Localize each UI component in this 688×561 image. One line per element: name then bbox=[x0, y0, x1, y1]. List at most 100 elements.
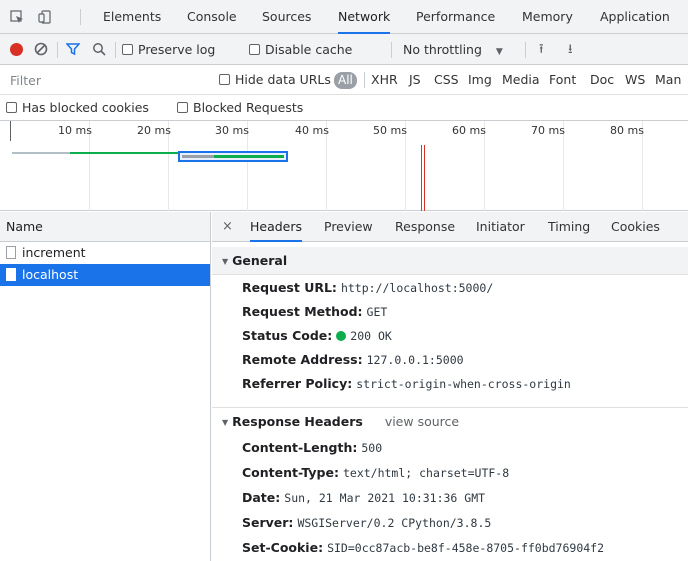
throttling-select[interactable]: No throttling ▼ bbox=[403, 34, 503, 65]
request-row-increment[interactable]: increment bbox=[0, 242, 210, 264]
disable-cache-checkbox[interactable]: Disable cache bbox=[249, 34, 352, 65]
overview-tick: 80 ms bbox=[610, 124, 644, 137]
status-ok-icon bbox=[336, 331, 347, 341]
import-har-icon[interactable]: ⭱ bbox=[539, 34, 544, 65]
filter-type-media[interactable]: Media bbox=[502, 65, 540, 95]
preserve-log-checkbox[interactable]: Preserve log bbox=[122, 34, 215, 65]
header-row: Referrer Policy: strict-origin-when-cross… bbox=[242, 372, 571, 396]
blocked-requests-label: Blocked Requests bbox=[193, 100, 304, 115]
tab-headers[interactable]: Headers bbox=[250, 212, 303, 242]
tab-console[interactable]: Console bbox=[187, 0, 237, 34]
filter-type-css[interactable]: CSS bbox=[434, 65, 459, 95]
header-value: 500 bbox=[361, 441, 383, 455]
section-title: Response Headers bbox=[232, 414, 363, 429]
checkbox-icon bbox=[219, 74, 230, 85]
filter-type-doc[interactable]: Doc bbox=[590, 65, 614, 95]
tabbar-divider bbox=[80, 9, 81, 25]
hide-data-urls-checkbox[interactable]: Hide data URLs bbox=[219, 65, 331, 95]
export-har-icon[interactable]: ⭳ bbox=[568, 34, 573, 65]
domcontentloaded-marker bbox=[421, 145, 422, 211]
filter-type-manifest[interactable]: Man bbox=[655, 65, 681, 95]
overview-tick: 30 ms bbox=[215, 124, 249, 137]
header-value: text/html; charset=UTF-8 bbox=[342, 466, 510, 480]
filter-type-xhr[interactable]: XHR bbox=[371, 65, 398, 95]
toolbar-divider bbox=[391, 42, 392, 58]
header-key: Date: bbox=[242, 490, 281, 505]
tab-timing[interactable]: Timing bbox=[548, 212, 590, 242]
checkbox-icon bbox=[122, 44, 133, 55]
clear-icon[interactable] bbox=[34, 42, 48, 59]
overview-tick: 50 ms bbox=[373, 124, 407, 137]
blocked-requests-checkbox[interactable]: Blocked Requests bbox=[177, 95, 303, 121]
header-key: Set-Cookie: bbox=[242, 540, 324, 555]
load-marker bbox=[424, 145, 425, 211]
filter-bar: Hide data URLs All XHR JS CSS Img Media … bbox=[0, 65, 688, 95]
header-row: Content-Length: 500 bbox=[242, 436, 382, 460]
tab-response[interactable]: Response bbox=[395, 212, 455, 242]
header-value: 127.0.0.1:5000 bbox=[366, 353, 464, 367]
disable-cache-label: Disable cache bbox=[265, 42, 353, 57]
devtools-tabbar: Elements Console Sources Network Perform… bbox=[0, 0, 688, 34]
request-bar-waiting bbox=[182, 155, 214, 158]
general-section-header[interactable]: ▼ General bbox=[212, 247, 688, 275]
header-row: Request Method: GET bbox=[242, 300, 387, 324]
tab-memory[interactable]: Memory bbox=[522, 0, 573, 34]
record-button[interactable] bbox=[10, 43, 23, 56]
header-key: Request Method: bbox=[242, 304, 363, 319]
toolbar-divider bbox=[57, 42, 58, 58]
tab-sources[interactable]: Sources bbox=[262, 0, 311, 34]
name-column-header[interactable]: Name bbox=[0, 212, 210, 242]
has-blocked-cookies-checkbox[interactable]: Has blocked cookies bbox=[6, 95, 149, 121]
search-icon[interactable] bbox=[92, 42, 106, 59]
filter-type-img[interactable]: Img bbox=[468, 65, 492, 95]
header-key: Referrer Policy: bbox=[242, 376, 353, 391]
header-key: Status Code: bbox=[242, 328, 333, 343]
inspect-element-icon[interactable] bbox=[10, 10, 24, 24]
header-value: strict-origin-when-cross-origin bbox=[356, 377, 571, 391]
response-headers-section-header[interactable]: ▼ Response Headers view source bbox=[212, 407, 688, 435]
close-icon[interactable]: × bbox=[222, 212, 233, 242]
header-key: Server: bbox=[242, 515, 294, 530]
header-key: Content-Type: bbox=[242, 465, 339, 480]
network-overview[interactable]: 10 ms 20 ms 30 ms 40 ms 50 ms 60 ms 70 m… bbox=[0, 121, 688, 211]
device-toolbar-icon[interactable] bbox=[38, 10, 52, 24]
filter-input[interactable] bbox=[10, 71, 210, 89]
tab-application[interactable]: Application bbox=[600, 0, 670, 34]
filter-type-all[interactable]: All bbox=[334, 72, 357, 89]
overview-tick: 60 ms bbox=[452, 124, 486, 137]
filter-icon[interactable] bbox=[65, 42, 81, 59]
triangle-down-icon: ▼ bbox=[222, 418, 229, 427]
request-bar-download bbox=[214, 155, 284, 158]
chevron-down-icon: ▼ bbox=[495, 47, 503, 57]
tab-performance[interactable]: Performance bbox=[416, 0, 495, 34]
request-bar-localhost-selected bbox=[178, 151, 288, 162]
network-toolbar: Preserve log Disable cache No throttling… bbox=[0, 34, 688, 65]
header-row: Content-Type: text/html; charset=UTF-8 bbox=[242, 461, 509, 485]
filter-type-ws[interactable]: WS bbox=[625, 65, 645, 95]
toolbar-divider bbox=[525, 42, 526, 58]
view-source-link[interactable]: view source bbox=[385, 414, 459, 429]
filter-type-js[interactable]: JS bbox=[409, 65, 421, 95]
tab-network[interactable]: Network bbox=[338, 0, 391, 34]
checkbox-icon bbox=[249, 44, 260, 55]
overview-tick: 10 ms bbox=[58, 124, 92, 137]
filter-type-font[interactable]: Font bbox=[549, 65, 576, 95]
tab-initiator[interactable]: Initiator bbox=[476, 212, 525, 242]
header-row: Server: WSGIServer/0.2 CPython/3.8.5 bbox=[242, 511, 491, 535]
header-value: WSGIServer/0.2 CPython/3.8.5 bbox=[297, 516, 492, 530]
header-row: Request URL: http://localhost:5000/ bbox=[242, 276, 493, 300]
checkbox-icon bbox=[177, 102, 188, 113]
request-name: increment bbox=[22, 245, 86, 260]
detail-tabbar: × Headers Preview Response Initiator Tim… bbox=[212, 212, 688, 242]
header-key: Request URL: bbox=[242, 280, 337, 295]
tab-cookies[interactable]: Cookies bbox=[611, 212, 660, 242]
tab-elements[interactable]: Elements bbox=[103, 0, 161, 34]
header-key: Content-Length: bbox=[242, 440, 358, 455]
section-title: General bbox=[232, 253, 288, 268]
preserve-log-label: Preserve log bbox=[138, 42, 216, 57]
tab-preview[interactable]: Preview bbox=[324, 212, 373, 242]
header-key: Remote Address: bbox=[242, 352, 363, 367]
throttling-value: No throttling bbox=[403, 42, 482, 57]
request-row-localhost[interactable]: localhost bbox=[0, 264, 210, 286]
header-value: 200 OK bbox=[350, 329, 392, 343]
